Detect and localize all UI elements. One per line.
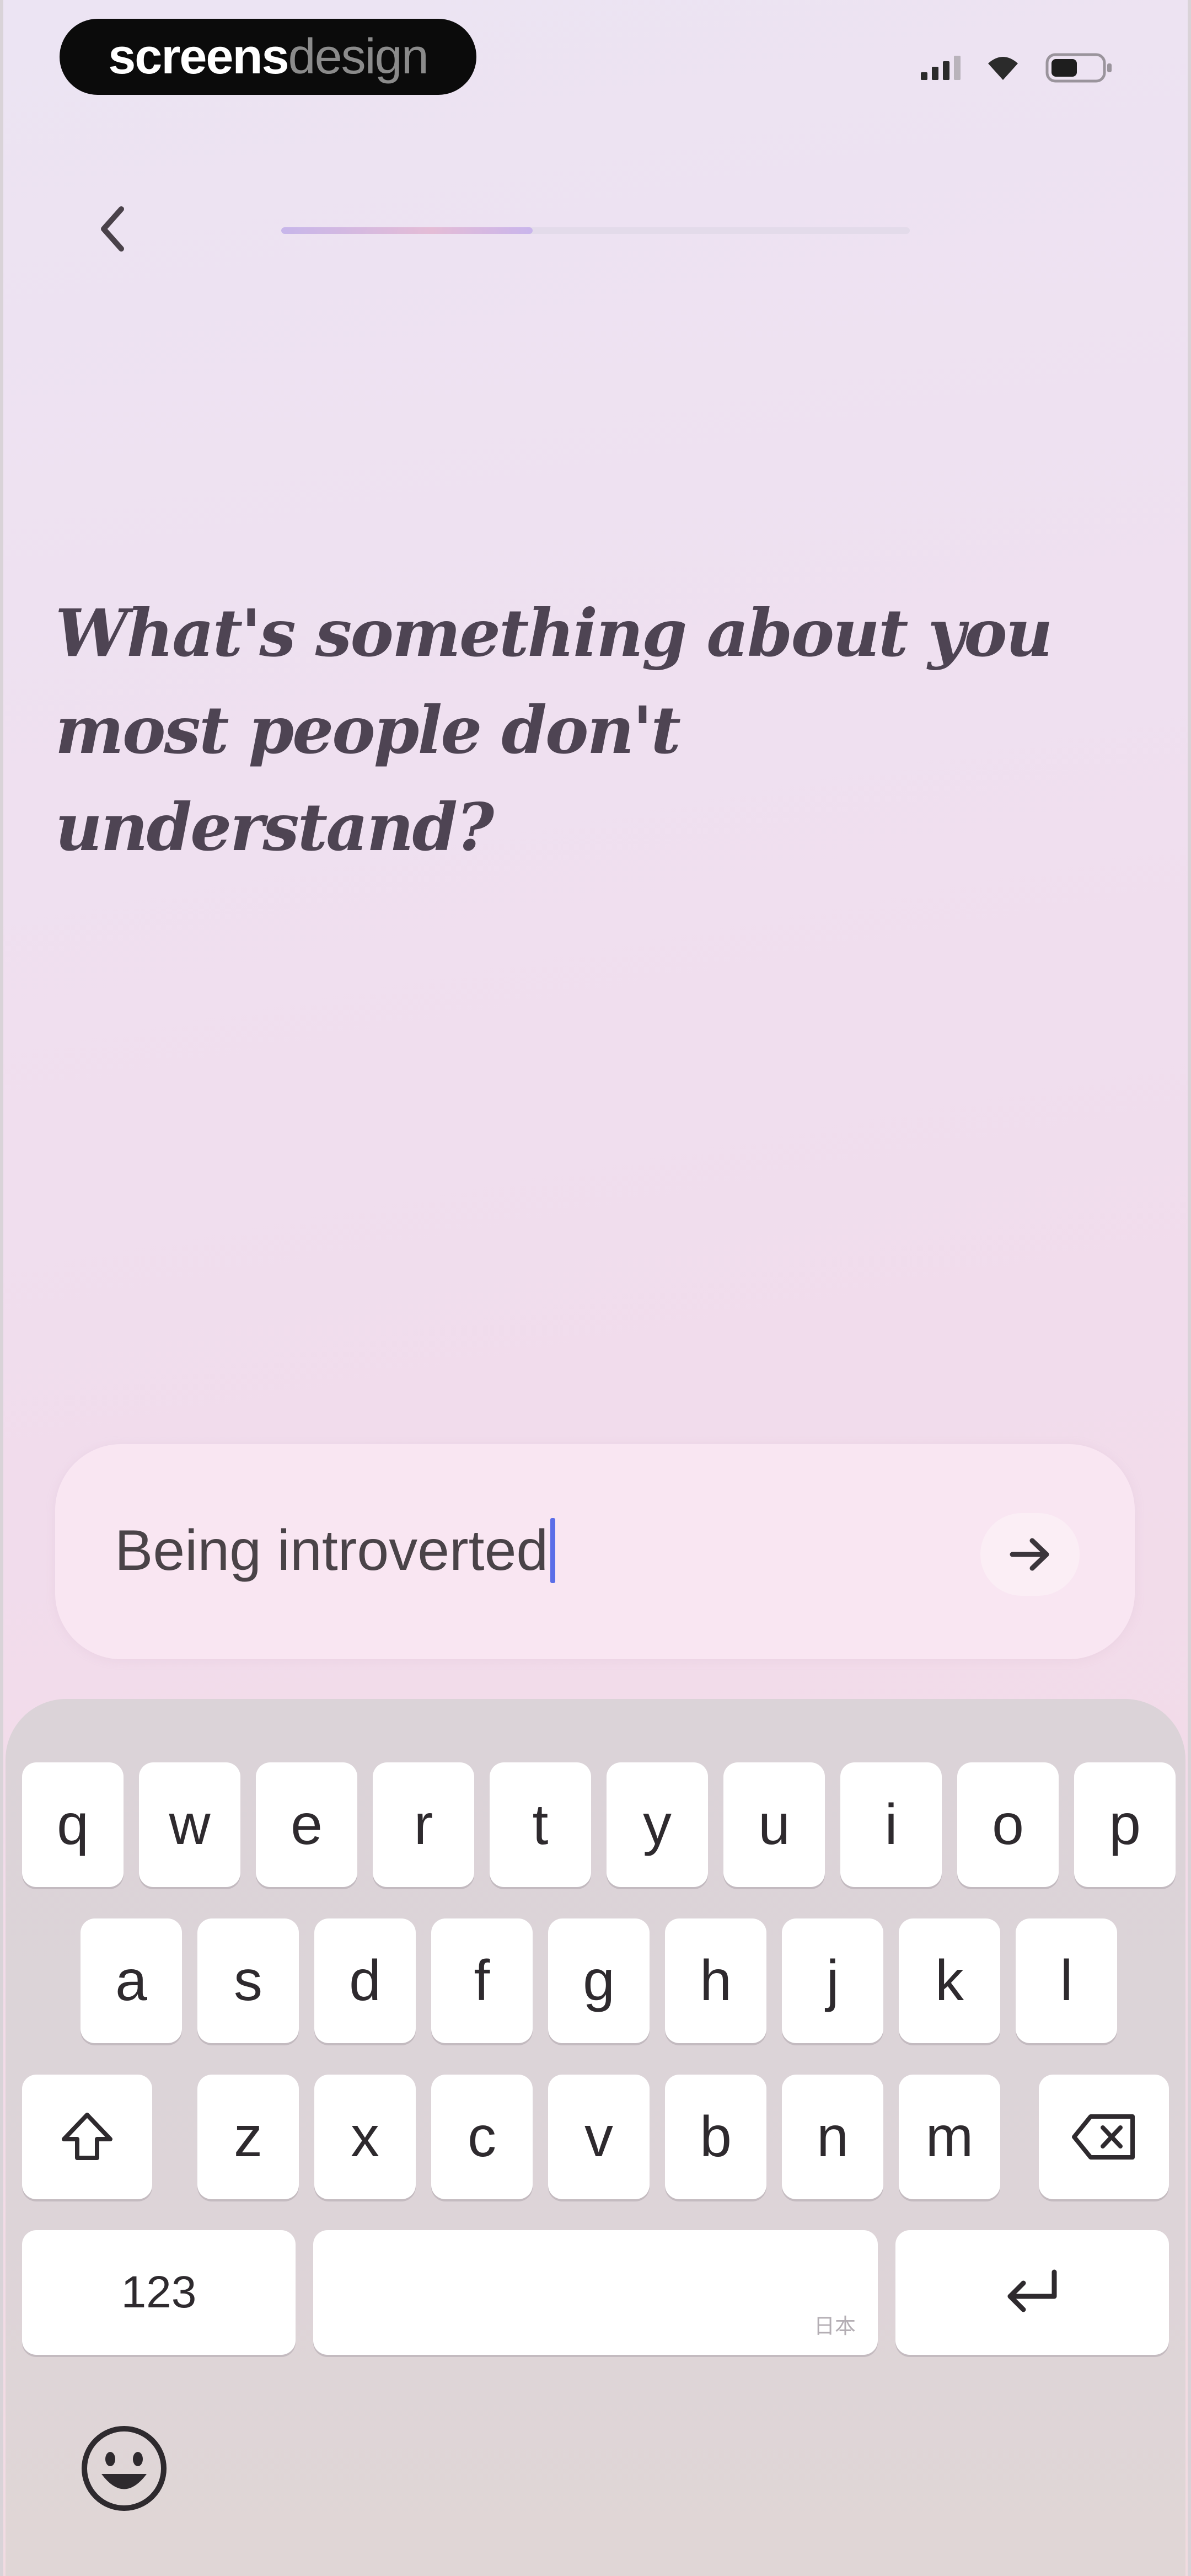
status-icons [921, 49, 1114, 87]
return-key[interactable] [895, 2230, 1169, 2355]
keyboard-row-4: 123 日本 [6, 2230, 1185, 2355]
numbers-key[interactable]: 123 [22, 2230, 296, 2355]
arrow-right-icon [1010, 1538, 1049, 1571]
space-key[interactable]: 日本 [313, 2230, 878, 2355]
brand-logo-strong: screens [108, 29, 289, 84]
key-h[interactable]: h [665, 1918, 766, 2043]
keyboard-row-3: zxcvbnm [6, 2075, 1185, 2199]
battery-icon [1045, 53, 1112, 83]
keyboard-row-1: qwertyuiop [6, 1762, 1185, 1887]
brand-logo: screens design [60, 19, 476, 95]
key-t[interactable]: t [490, 1762, 591, 1887]
key-p[interactable]: p [1074, 1762, 1176, 1887]
key-g[interactable]: g [548, 1918, 650, 2043]
brand-logo-light: design [288, 29, 429, 84]
key-m[interactable]: m [899, 2075, 1000, 2199]
key-x[interactable]: x [314, 2075, 416, 2199]
key-i[interactable]: i [840, 1762, 942, 1887]
text-caret [550, 1518, 556, 1583]
key-k[interactable]: k [899, 1918, 1000, 2043]
emoji-button[interactable] [77, 2422, 171, 2515]
emoji-icon [82, 2426, 167, 2511]
progress-bar [281, 227, 910, 234]
send-button[interactable] [980, 1513, 1080, 1596]
chevron-left-icon [101, 206, 124, 252]
answer-text-field[interactable]: Being introverted [115, 1515, 556, 1586]
on-screen-keyboard: qwertyuiop asdfghjkl zxcvbnm 123 日本 [6, 1699, 1185, 2576]
return-icon [1007, 2269, 1057, 2312]
key-s[interactable]: s [197, 1918, 299, 2043]
key-n[interactable]: n [782, 2075, 883, 2199]
space-key-hint: 日本 [813, 2315, 856, 2338]
key-z[interactable]: z [197, 2075, 299, 2199]
key-d[interactable]: d [314, 1918, 416, 2043]
key-a[interactable]: a [81, 1918, 182, 2043]
device-frame-right [1188, 0, 1191, 2576]
question-title: What's something about you most people d… [55, 595, 1053, 865]
key-w[interactable]: w [139, 1762, 240, 1887]
key-u[interactable]: u [723, 1762, 825, 1887]
key-c[interactable]: c [431, 2075, 533, 2199]
cellular-signal-icon [921, 56, 961, 80]
key-o[interactable]: o [957, 1762, 1059, 1887]
key-q[interactable]: q [22, 1762, 124, 1887]
wifi-icon [988, 57, 1018, 80]
backspace-icon [1072, 2114, 1135, 2160]
answer-value: Being introverted [115, 1519, 549, 1583]
delete-key[interactable] [1039, 2075, 1169, 2199]
shift-icon [62, 2113, 112, 2160]
key-j[interactable]: j [782, 1918, 883, 2043]
key-e[interactable]: e [256, 1762, 357, 1887]
device-frame-left [0, 0, 3, 2576]
key-f[interactable]: f [431, 1918, 533, 2043]
keyboard-row-2: asdfghjkl [6, 1918, 1185, 2043]
back-button[interactable] [83, 199, 143, 259]
progress-fill [281, 227, 533, 234]
key-b[interactable]: b [665, 2075, 766, 2199]
answer-input[interactable]: Being introverted [55, 1444, 1135, 1659]
key-y[interactable]: y [607, 1762, 708, 1887]
key-l[interactable]: l [1016, 1918, 1117, 2043]
key-v[interactable]: v [548, 2075, 650, 2199]
key-r[interactable]: r [373, 1762, 474, 1887]
shift-key[interactable] [22, 2075, 152, 2199]
